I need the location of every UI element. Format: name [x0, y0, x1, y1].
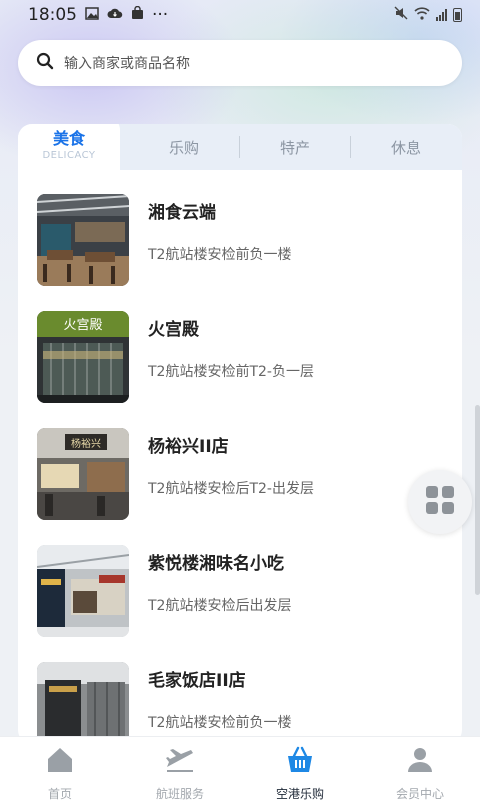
battery-icon [453, 8, 462, 22]
store-location: T2航站楼安检前负一楼 [148, 715, 292, 731]
airplane-icon [165, 745, 195, 779]
nav-airport-shopping[interactable]: 空港乐购 [240, 737, 360, 800]
store-photo: 火宫殿 [37, 311, 129, 403]
store-name: 火宫殿 [148, 320, 199, 340]
nav-label: 空港乐购 [275, 787, 324, 800]
store-photo [37, 545, 129, 637]
store-name: 杨裕兴II店 [148, 437, 229, 457]
tab-specialty[interactable]: 特产 [240, 124, 350, 170]
nav-label: 会员中心 [395, 787, 444, 800]
store-item[interactable]: 毛家饭店II店 T2航站楼安检前负一楼 [18, 638, 462, 744]
store-item[interactable]: 火宫殿 火宫殿 T2航站楼安检前T2-负一层 [18, 287, 462, 404]
nav-member-center[interactable]: 会员中心 [360, 737, 480, 800]
more-notifications-icon: ··· [152, 5, 169, 25]
tab-sublabel: DELICACY [42, 150, 96, 161]
bottom-navigation: 首页 航班服务 空港乐购 会员中心 [0, 736, 480, 800]
nav-flight-service[interactable]: 航班服务 [120, 737, 240, 800]
signal-icon [436, 9, 447, 21]
tab-shopping[interactable]: 乐购 [129, 124, 239, 170]
gallery-icon [85, 6, 99, 24]
search-placeholder: 输入商家或商品名称 [64, 56, 190, 72]
nav-label: 航班服务 [155, 787, 204, 800]
store-photo [37, 194, 129, 286]
store-name: 湘食云端 [148, 203, 216, 223]
home-icon [45, 745, 75, 779]
store-sign-text: 杨裕兴 [71, 437, 101, 450]
tab-delicacy[interactable]: 美食 DELICACY [18, 124, 120, 170]
store-list-card: 美食 DELICACY 乐购 特产 休息 湘食云端 T2航站楼安检前负一楼 火宫… [18, 124, 462, 744]
nav-label: 首页 [47, 787, 72, 800]
store-list: 湘食云端 T2航站楼安检前负一楼 火宫殿 火宫殿 T2航站楼安检前T2-负一层 [18, 170, 462, 744]
user-icon [405, 745, 435, 779]
basket-icon [285, 745, 315, 779]
floating-menu-button[interactable] [408, 470, 472, 534]
cloud-download-icon [107, 7, 123, 23]
mute-icon [394, 6, 408, 24]
store-location: T2航站楼安检前负一楼 [148, 247, 292, 263]
store-name: 紫悦楼湘味名小吃 [148, 554, 284, 574]
store-name: 毛家饭店II店 [148, 671, 246, 691]
store-location: T2航站楼安检后出发层 [148, 598, 292, 614]
store-location: T2航站楼安检后T2-出发层 [148, 481, 314, 497]
side-edge-handle[interactable] [475, 405, 480, 595]
status-bar: 18:05 ··· [0, 0, 480, 30]
store-location: T2航站楼安检前T2-负一层 [148, 364, 314, 380]
clock: 18:05 [28, 5, 77, 25]
tab-rest[interactable]: 休息 [351, 124, 461, 170]
store-item[interactable]: 湘食云端 T2航站楼安检前负一楼 [18, 170, 462, 287]
search-icon [36, 52, 54, 74]
category-tabs: 美食 DELICACY 乐购 特产 休息 [18, 124, 462, 170]
store-item[interactable]: 杨裕兴 杨裕兴II店 T2航站楼安检后T2-出发层 [18, 404, 462, 521]
store-item[interactable]: 紫悦楼湘味名小吃 T2航站楼安检后出发层 [18, 521, 462, 638]
grid-icon [424, 484, 456, 520]
search-bar[interactable]: 输入商家或商品名称 [18, 40, 462, 86]
store-photo: 杨裕兴 [37, 428, 129, 520]
tab-label: 美食 [52, 129, 85, 148]
shopping-bag-icon [131, 5, 144, 24]
store-photo [37, 662, 129, 744]
store-sign-text: 火宫殿 [63, 318, 102, 333]
nav-home[interactable]: 首页 [0, 737, 120, 800]
wifi-icon [414, 6, 430, 24]
